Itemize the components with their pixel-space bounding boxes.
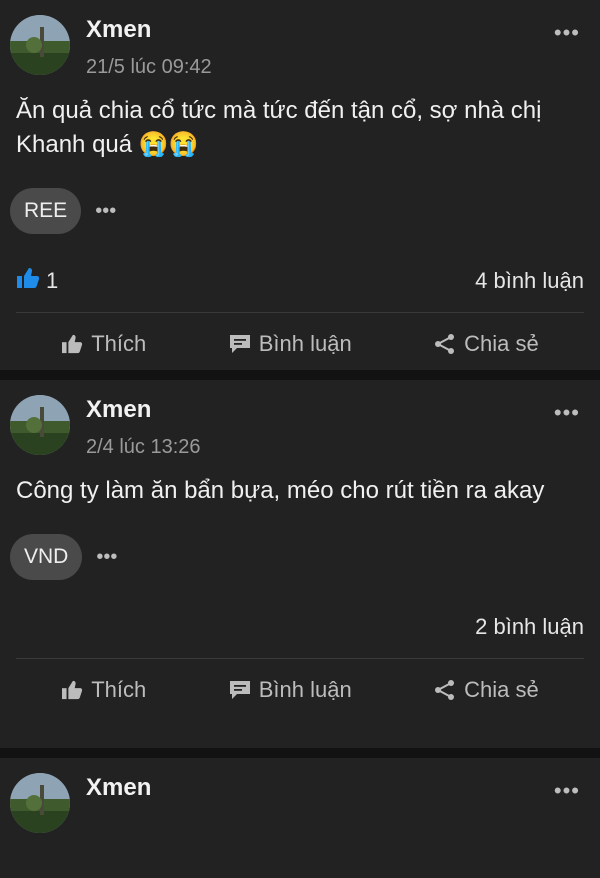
more-tags-icon[interactable]: ••• xyxy=(96,546,117,569)
post-stats: 1 4 bình luận xyxy=(0,250,600,312)
post-content: Ăn quả chia cổ tức mà tức đến tận cổ, sợ… xyxy=(16,97,542,158)
share-icon xyxy=(434,333,456,355)
comment-button[interactable]: Bình luận xyxy=(229,677,352,703)
avatar[interactable] xyxy=(10,773,70,833)
post-card: Xmen ••• xyxy=(0,758,600,878)
avatar[interactable] xyxy=(10,15,70,75)
post-header: Xmen 2/4 lúc 13:26 ••• xyxy=(0,380,600,470)
share-button[interactable]: Chia sẻ xyxy=(434,331,539,357)
thumbs-up-icon xyxy=(61,334,83,354)
tag-row: VND ••• xyxy=(0,534,600,580)
comment-icon xyxy=(229,334,251,354)
more-options-icon[interactable]: ••• xyxy=(554,20,580,46)
comment-count[interactable]: 2 bình luận xyxy=(475,614,584,640)
author-name[interactable]: Xmen xyxy=(86,16,151,44)
post-stats: 2 bình luận xyxy=(0,596,600,658)
stock-tag[interactable]: VND xyxy=(10,534,83,580)
comment-label: Bình luận xyxy=(258,331,352,356)
avatar[interactable] xyxy=(10,395,70,455)
like-label: Thích xyxy=(91,331,147,356)
post-card: Xmen 21/5 lúc 09:42 ••• Ăn quả chia cổ t… xyxy=(0,0,600,370)
comment-icon xyxy=(229,680,251,700)
like-label: Thích xyxy=(91,677,147,702)
comment-button[interactable]: Bình luận xyxy=(229,331,352,357)
share-icon xyxy=(434,679,456,701)
stock-tag[interactable]: REE xyxy=(10,188,82,234)
more-options-icon[interactable]: ••• xyxy=(554,778,580,804)
post-timestamp: 21/5 lúc 09:42 xyxy=(86,56,212,78)
share-label: Chia sẻ xyxy=(464,677,539,702)
like-count[interactable]: 1 xyxy=(16,267,58,295)
post-card: Xmen 2/4 lúc 13:26 ••• Công ty làm ăn bẩ… xyxy=(0,380,600,748)
more-tags-icon[interactable]: ••• xyxy=(95,200,116,223)
comment-label: Bình luận xyxy=(258,677,352,702)
share-button[interactable]: Chia sẻ xyxy=(434,677,539,703)
share-label: Chia sẻ xyxy=(464,331,539,356)
like-badge-icon xyxy=(16,267,40,295)
post-actions: Thích Bình luận Chia sẻ xyxy=(0,659,600,721)
post-header: Xmen ••• xyxy=(0,758,600,848)
thumbs-up-icon xyxy=(61,680,83,700)
post-timestamp: 2/4 lúc 13:26 xyxy=(86,436,201,458)
like-button[interactable]: Thích xyxy=(61,331,146,357)
post-actions: Thích Bình luận Chia sẻ xyxy=(0,313,600,375)
post-header: Xmen 21/5 lúc 09:42 ••• xyxy=(0,0,600,90)
more-options-icon[interactable]: ••• xyxy=(554,400,580,426)
post-content: Công ty làm ăn bẩn bựa, méo cho rút tiền… xyxy=(16,477,545,504)
tag-row: REE ••• xyxy=(0,188,600,234)
comment-count[interactable]: 4 bình luận xyxy=(475,268,584,294)
author-name[interactable]: Xmen xyxy=(86,774,151,802)
like-count-value: 1 xyxy=(46,268,59,293)
like-button[interactable]: Thích xyxy=(61,677,146,703)
author-name[interactable]: Xmen xyxy=(86,396,151,424)
